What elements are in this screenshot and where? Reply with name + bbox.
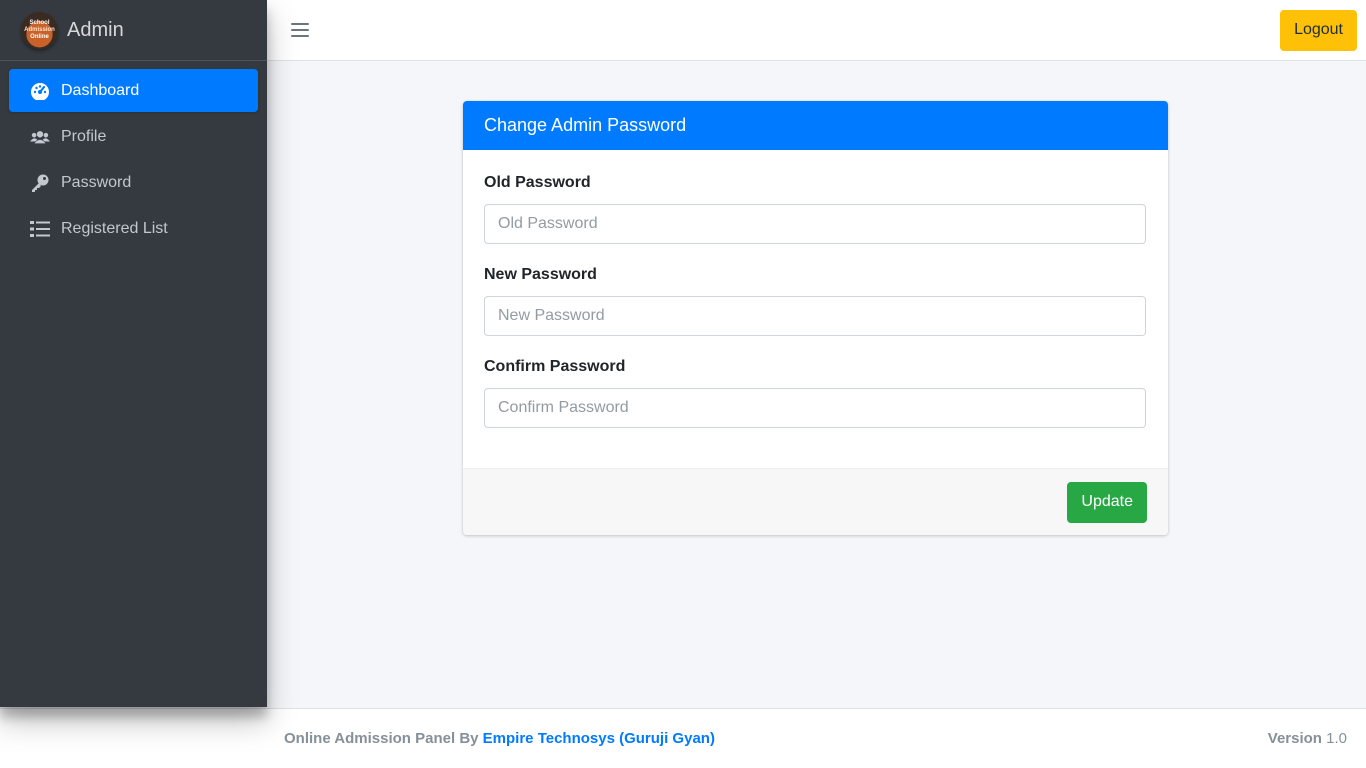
sidebar: School Admission Online Admin Dashboard … — [0, 0, 267, 707]
sidebar-item-dashboard[interactable]: Dashboard — [9, 69, 258, 112]
footer-version-value: 1.0 — [1326, 730, 1347, 747]
hamburger-menu-icon[interactable] — [291, 23, 309, 37]
old-password-input[interactable] — [484, 204, 1146, 244]
key-icon — [29, 174, 51, 192]
footer-prefix: Online Admission Panel By — [284, 730, 479, 747]
logout-button[interactable]: Logout — [1280, 9, 1357, 51]
brand-logo-line: Online — [30, 33, 49, 40]
change-password-card: Change Admin Password Old Password New P… — [463, 101, 1168, 535]
page-footer: Online Admission Panel By Empire Technos… — [0, 708, 1366, 768]
sidebar-item-profile[interactable]: Profile — [9, 115, 258, 158]
new-password-label: New Password — [484, 266, 597, 283]
sidebar-nav: Dashboard Profile Password Registered Li… — [0, 61, 267, 261]
sidebar-item-label: Registered List — [61, 219, 168, 237]
card-title: Change Admin Password — [463, 101, 1168, 150]
sidebar-item-password[interactable]: Password — [9, 161, 258, 204]
change-password-form: Old Password New Password Confirm Passwo… — [463, 150, 1168, 468]
brand-logo-line: Admission — [24, 26, 55, 33]
old-password-group: Old Password — [484, 174, 1147, 244]
confirm-password-group: Confirm Password — [484, 358, 1147, 428]
list-icon — [29, 220, 51, 238]
top-navbar: Logout — [267, 0, 1366, 61]
new-password-input[interactable] — [484, 296, 1146, 336]
brand-logo: School Admission Online — [21, 11, 58, 49]
footer-version: Version 1.0 — [1268, 730, 1347, 747]
footer-credit: Online Admission Panel By Empire Technos… — [284, 730, 715, 747]
sidebar-item-label: Profile — [61, 127, 107, 145]
confirm-password-label: Confirm Password — [484, 358, 626, 375]
users-icon — [29, 128, 51, 146]
sidebar-item-label: Dashboard — [61, 81, 140, 99]
sidebar-item-label: Password — [61, 173, 132, 191]
card-footer: Update — [463, 468, 1168, 535]
tachometer-icon — [29, 82, 51, 100]
new-password-group: New Password — [484, 266, 1147, 336]
sidebar-item-registered-list[interactable]: Registered List — [9, 207, 258, 250]
brand-logo-line: School — [29, 19, 50, 26]
update-button[interactable]: Update — [1067, 481, 1147, 523]
footer-version-label: Version — [1267, 730, 1322, 747]
old-password-label: Old Password — [484, 174, 591, 191]
confirm-password-input[interactable] — [484, 388, 1146, 428]
footer-company-link[interactable]: Empire Technosys (Guruji Gyan) — [483, 730, 715, 747]
brand-link[interactable]: School Admission Online Admin — [0, 0, 267, 61]
brand-title: Admin — [67, 18, 124, 41]
